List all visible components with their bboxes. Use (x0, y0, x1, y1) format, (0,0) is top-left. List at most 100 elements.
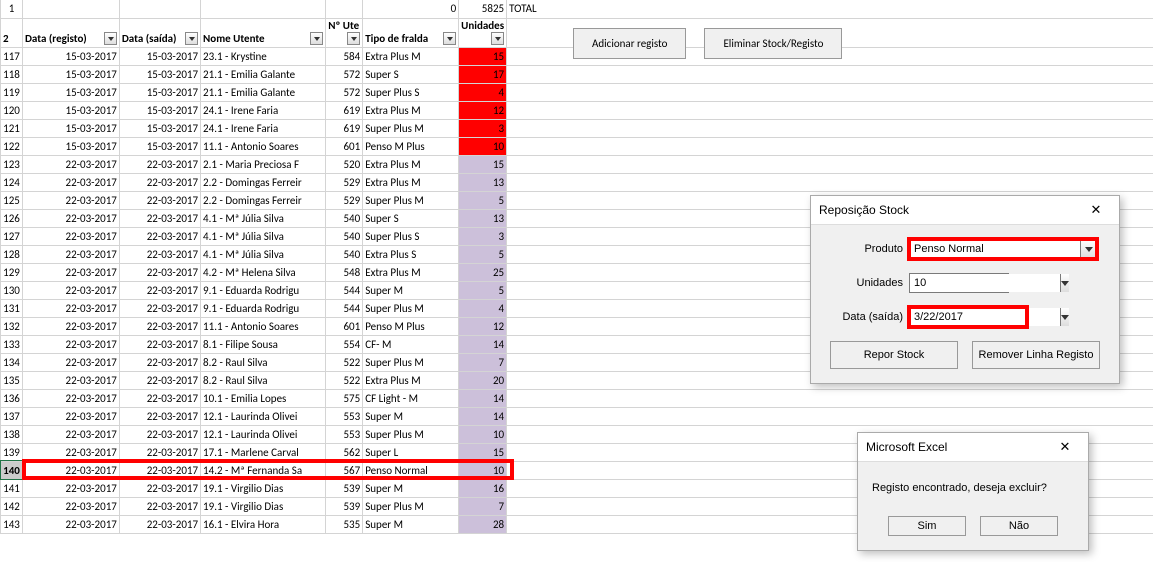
chevron-down-icon[interactable] (1060, 274, 1069, 292)
cell-nute[interactable]: 572 (326, 65, 363, 83)
row-header[interactable]: 134 (1, 353, 23, 371)
cell-tipo[interactable]: Super S (363, 209, 459, 227)
cell-unidades[interactable]: 10 (459, 425, 507, 443)
cell-tipo[interactable]: CF Light - M (363, 389, 459, 407)
cell-data-registo[interactable]: 22-03-2017 (22, 191, 119, 209)
cell-nome[interactable]: 12.1 - Laurinda Olivei (201, 425, 326, 443)
yes-button[interactable]: Sim (888, 516, 966, 536)
cell-data-registo[interactable]: 15-03-2017 (22, 47, 119, 65)
cell-unidades[interactable]: 14 (459, 389, 507, 407)
cell-unidades[interactable]: 5 (459, 245, 507, 263)
row-header[interactable]: 140 (1, 461, 23, 479)
unidades-combo[interactable] (909, 273, 1009, 293)
cell-tipo[interactable]: Super Plus S (363, 83, 459, 101)
cell-data-registo[interactable]: 22-03-2017 (22, 281, 119, 299)
row-header[interactable]: 139 (1, 443, 23, 461)
cell-nute[interactable]: 520 (326, 155, 363, 173)
data-saida-input[interactable] (910, 308, 1060, 326)
cell-data-saida[interactable]: 22-03-2017 (119, 353, 200, 371)
row-header[interactable]: 119 (1, 83, 23, 101)
cell-data-saida[interactable]: 22-03-2017 (119, 173, 200, 191)
row-header[interactable]: 132 (1, 317, 23, 335)
cell-data-saida[interactable]: 15-03-2017 (119, 83, 200, 101)
cell-data-saida[interactable]: 22-03-2017 (119, 299, 200, 317)
cell-unidades[interactable]: 28 (459, 515, 507, 533)
cell-data-saida[interactable]: 22-03-2017 (119, 443, 200, 461)
cell-unidades[interactable]: 3 (459, 227, 507, 245)
cell-data-saida[interactable]: 22-03-2017 (119, 461, 200, 479)
cell-data-saida[interactable]: 22-03-2017 (119, 317, 200, 335)
row-header[interactable]: 118 (1, 65, 23, 83)
cell-nome[interactable]: 11.1 - Antonio Soares (201, 317, 326, 335)
cell-nute[interactable]: 567 (326, 461, 363, 479)
produto-combo[interactable] (909, 239, 1097, 259)
close-icon[interactable]: ✕ (1050, 439, 1080, 455)
row-header[interactable]: 135 (1, 371, 23, 389)
cell-nute[interactable]: 575 (326, 389, 363, 407)
add-record-button[interactable]: Adicionar registo (573, 28, 686, 59)
cell-data-saida[interactable]: 22-03-2017 (119, 191, 200, 209)
filter-icon[interactable] (310, 32, 323, 45)
cell-data-saida[interactable]: 22-03-2017 (119, 335, 200, 353)
table-row[interactable]: 13622-03-201722-03-201710.1 - Emilia Lop… (1, 389, 1153, 407)
cell-tipo[interactable]: Super Plus M (363, 119, 459, 137)
col-header-unidades[interactable]: Unidades (459, 18, 507, 47)
cell-nute[interactable]: 535 (326, 515, 363, 533)
cell-data-saida[interactable]: 22-03-2017 (119, 263, 200, 281)
cell-nute[interactable]: 544 (326, 281, 363, 299)
row-header[interactable]: 131 (1, 299, 23, 317)
cell-nome[interactable]: 10.1 - Emilia Lopes (201, 389, 326, 407)
cell-tipo[interactable]: Super Plus M (363, 299, 459, 317)
table-row[interactable]: 12015-03-201715-03-201724.1 - Irene Fari… (1, 101, 1153, 119)
table-row[interactable]: 12322-03-201722-03-20172.1 - Maria Preci… (1, 155, 1153, 173)
cell-total-label[interactable]: TOTAL (507, 0, 575, 18)
cell-nute[interactable]: 544 (326, 299, 363, 317)
row-header[interactable]: 128 (1, 245, 23, 263)
cell-data-registo[interactable]: 22-03-2017 (22, 515, 119, 533)
filter-icon[interactable] (347, 32, 360, 45)
cell-nome[interactable]: 16.1 - Elvira Hora (201, 515, 326, 533)
cell-data-saida[interactable]: 22-03-2017 (119, 281, 200, 299)
row-header[interactable]: 120 (1, 101, 23, 119)
close-icon[interactable]: ✕ (1081, 202, 1111, 218)
cell-unidades[interactable]: 25 (459, 263, 507, 281)
cell-nute[interactable]: 584 (326, 47, 363, 65)
cell-nute[interactable]: 540 (326, 227, 363, 245)
cell-unidades[interactable]: 10 (459, 137, 507, 155)
cell-unidades[interactable]: 4 (459, 299, 507, 317)
table-row[interactable]: 13722-03-201722-03-201712.1 - Laurinda O… (1, 407, 1153, 425)
cell-data-saida[interactable]: 22-03-2017 (119, 209, 200, 227)
cell-data-registo[interactable]: 15-03-2017 (22, 101, 119, 119)
cell-data-saida[interactable]: 22-03-2017 (119, 425, 200, 443)
row-header[interactable]: 121 (1, 119, 23, 137)
cell-unidades[interactable]: 7 (459, 353, 507, 371)
cell-data-saida[interactable]: 15-03-2017 (119, 65, 200, 83)
table-row[interactable]: 11915-03-201715-03-201721.1 - Emilia Gal… (1, 83, 1153, 101)
unidades-input[interactable] (910, 274, 1060, 292)
cell-nome[interactable]: 21.1 - Emilia Galante (201, 65, 326, 83)
cell-data-registo[interactable]: 22-03-2017 (22, 335, 119, 353)
cell-nute[interactable]: 554 (326, 335, 363, 353)
cell-tipo[interactable]: Super S (363, 65, 459, 83)
col-header-data-registo[interactable]: Data (registo) (22, 18, 119, 47)
cell-nome[interactable]: 4.1 - Mª Júlia Silva (201, 209, 326, 227)
row-header[interactable]: 130 (1, 281, 23, 299)
row-header[interactable]: 133 (1, 335, 23, 353)
cell-nute[interactable]: 529 (326, 173, 363, 191)
cell-unidades[interactable]: 5 (459, 281, 507, 299)
cell-data-saida[interactable]: 22-03-2017 (119, 227, 200, 245)
cell-nome[interactable]: 19.1 - Virgilio Dias (201, 497, 326, 515)
cell-data-registo[interactable]: 22-03-2017 (22, 425, 119, 443)
cell-tipo[interactable]: Extra Plus M (363, 371, 459, 389)
cell-tipo[interactable]: Extra Plus M (363, 47, 459, 65)
cell-tipo[interactable]: Super M (363, 479, 459, 497)
cell-tipo[interactable]: Super Plus M (363, 191, 459, 209)
cell-nome[interactable]: 19.1 - Virgilio Dias (201, 479, 326, 497)
row-header-1[interactable]: 1 (1, 0, 23, 18)
cell-data-saida[interactable]: 22-03-2017 (119, 407, 200, 425)
row-header[interactable]: 117 (1, 47, 23, 65)
cell-nome[interactable]: 12.1 - Laurinda Olivei (201, 407, 326, 425)
cell-nome[interactable]: 9.1 - Eduarda Rodrigu (201, 299, 326, 317)
cell-data-registo[interactable]: 22-03-2017 (22, 371, 119, 389)
table-row[interactable]: 12215-03-201715-03-201711.1 - Antonio So… (1, 137, 1153, 155)
